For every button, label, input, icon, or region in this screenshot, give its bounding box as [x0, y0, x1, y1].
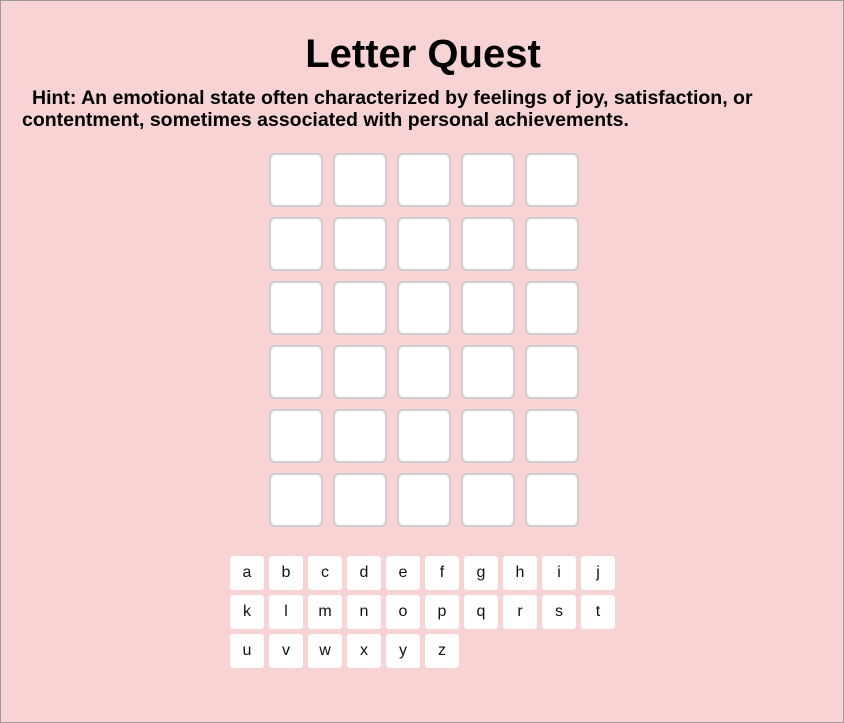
key-r[interactable]: r	[503, 595, 537, 629]
letter-tile	[461, 281, 515, 335]
letter-tile	[333, 217, 387, 271]
letter-tile	[333, 473, 387, 527]
letter-keyboard: abcdefghij klmnopqrst uvwxyz	[230, 556, 630, 673]
key-o[interactable]: o	[386, 595, 420, 629]
hint-text: Hint: An emotional state often character…	[22, 87, 753, 131]
keyboard-row: klmnopqrst	[230, 595, 630, 629]
letter-tile	[525, 409, 579, 463]
letter-tile	[525, 473, 579, 527]
key-z[interactable]: z	[425, 634, 459, 668]
letter-tile	[525, 153, 579, 207]
key-x[interactable]: x	[347, 634, 381, 668]
letter-tile	[269, 473, 323, 527]
letter-tile	[397, 281, 451, 335]
guess-board	[269, 153, 579, 527]
key-s[interactable]: s	[542, 595, 576, 629]
letter-tile	[461, 473, 515, 527]
letter-tile	[461, 217, 515, 271]
key-n[interactable]: n	[347, 595, 381, 629]
letter-tile	[461, 153, 515, 207]
letter-tile	[461, 345, 515, 399]
letter-tile	[333, 409, 387, 463]
game-title: Letter Quest	[305, 32, 541, 76]
key-f[interactable]: f	[425, 556, 459, 590]
key-v[interactable]: v	[269, 634, 303, 668]
letter-tile	[397, 409, 451, 463]
key-e[interactable]: e	[386, 556, 420, 590]
key-a[interactable]: a	[230, 556, 264, 590]
key-b[interactable]: b	[269, 556, 303, 590]
key-d[interactable]: d	[347, 556, 381, 590]
key-p[interactable]: p	[425, 595, 459, 629]
letter-tile	[397, 345, 451, 399]
key-q[interactable]: q	[464, 595, 498, 629]
letter-tile	[397, 153, 451, 207]
key-t[interactable]: t	[581, 595, 615, 629]
letter-tile	[269, 153, 323, 207]
key-u[interactable]: u	[230, 634, 264, 668]
letter-tile	[397, 217, 451, 271]
keyboard-row: abcdefghij	[230, 556, 630, 590]
key-l[interactable]: l	[269, 595, 303, 629]
letter-tile	[525, 281, 579, 335]
key-m[interactable]: m	[308, 595, 342, 629]
letter-tile	[269, 345, 323, 399]
letter-tile	[269, 281, 323, 335]
key-c[interactable]: c	[308, 556, 342, 590]
letter-tile	[397, 473, 451, 527]
letter-tile	[333, 153, 387, 207]
letter-tile	[269, 409, 323, 463]
letter-tile	[333, 345, 387, 399]
key-h[interactable]: h	[503, 556, 537, 590]
key-w[interactable]: w	[308, 634, 342, 668]
key-k[interactable]: k	[230, 595, 264, 629]
key-y[interactable]: y	[386, 634, 420, 668]
letter-tile	[461, 409, 515, 463]
key-g[interactable]: g	[464, 556, 498, 590]
letter-tile	[333, 281, 387, 335]
keyboard-row: uvwxyz	[230, 634, 630, 668]
letter-tile	[269, 217, 323, 271]
key-j[interactable]: j	[581, 556, 615, 590]
letter-tile	[525, 217, 579, 271]
letter-tile	[525, 345, 579, 399]
key-i[interactable]: i	[542, 556, 576, 590]
